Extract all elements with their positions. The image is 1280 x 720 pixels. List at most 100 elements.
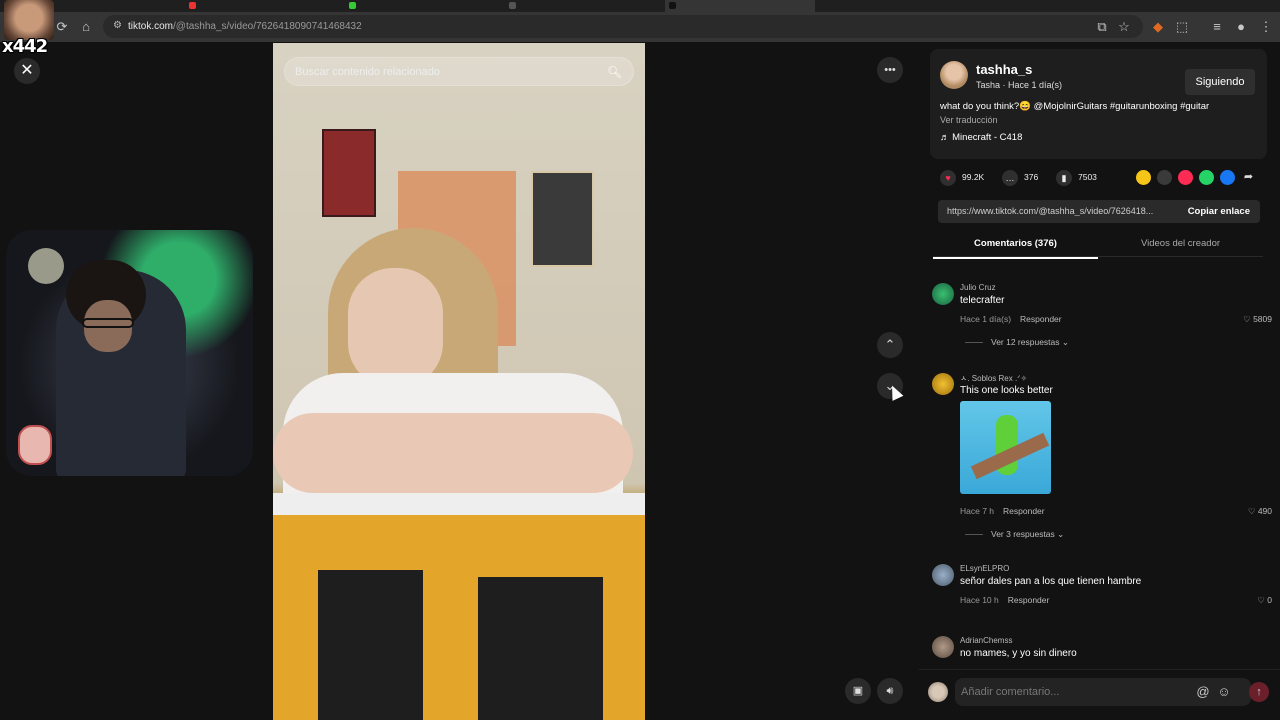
username[interactable]: tashha_s	[976, 62, 1032, 77]
address-bar[interactable]: ⚙ tiktok.com/@tashha_s/video/76264180907…	[103, 15, 1143, 38]
see-translation-link[interactable]: Ver traducción	[940, 115, 998, 125]
webcam-person-glasses	[82, 318, 134, 328]
search-icon[interactable]: 🔍︎	[607, 64, 623, 80]
comment-author[interactable]: AdrianChemss	[960, 636, 1012, 645]
comment-author[interactable]: ELsynELPRO	[960, 564, 1009, 573]
music-link[interactable]: ♬ Minecraft - C418	[940, 132, 1022, 143]
heart-outline-icon: ♡	[1257, 595, 1268, 605]
floating-player-button[interactable]: ▣	[845, 678, 871, 704]
avatar[interactable]	[932, 373, 954, 395]
tab-comments[interactable]: Comentarios (376)	[933, 238, 1098, 259]
microphone-image	[28, 248, 64, 284]
comment-placeholder: Añadir comentario...	[961, 686, 1060, 698]
comment-author[interactable]: ㅅ. Soblos Rex .ᐟ✧	[960, 373, 1027, 384]
heart-outline-icon: ♡	[1247, 506, 1258, 516]
comment-list: Julio Cruz telecrafter Hace 1 día(s) Resp…	[919, 273, 1280, 668]
reload-icon[interactable]: ⟳	[54, 19, 70, 35]
comment-icon: …	[1002, 169, 1018, 186]
video-link[interactable]: https://www.tiktok.com/@tashha_s/video/7…	[947, 206, 1172, 216]
reply-button[interactable]: Responder	[1003, 506, 1045, 516]
home-icon[interactable]: ⌂	[78, 19, 94, 35]
streamer-face-overlay	[4, 0, 54, 40]
streamer-tag: x442	[2, 36, 48, 57]
video-description: what do you think?😄 @MojolnirGuitars #gu…	[940, 101, 1210, 112]
tab-favicon-icon	[349, 2, 356, 9]
avatar	[928, 682, 948, 702]
heart-outline-icon: ♡	[1243, 314, 1254, 324]
browser-tab[interactable]	[505, 0, 655, 12]
user-subtitle: Tasha · Hace 1 día(s)	[976, 80, 1063, 90]
install-icon[interactable]: ⧉	[1094, 19, 1110, 35]
avatar[interactable]	[932, 636, 954, 658]
tab-favicon-icon	[669, 2, 676, 9]
bookmark-icon: ▮	[1056, 169, 1072, 186]
comment-like-button[interactable]: ♡ 5809	[1243, 314, 1272, 325]
wall-poster	[322, 129, 376, 217]
avatar[interactable]	[932, 564, 954, 586]
tab-creator-videos[interactable]: Videos del creador	[1098, 238, 1263, 249]
comment-time: Hace 10 h	[960, 595, 999, 605]
engagement-stats: ♥ 99.2K … 376 ▮ 7503 ➦	[940, 167, 1260, 187]
comment-image[interactable]	[960, 401, 1051, 494]
following-button[interactable]: Siguiendo	[1185, 69, 1255, 95]
webcam-overlay	[6, 230, 253, 476]
comment-text: This one looks better	[960, 385, 1053, 396]
star-icon[interactable]: ☆	[1116, 19, 1132, 35]
extensions-icon[interactable]: ⬚	[1174, 19, 1190, 35]
extension-icon[interactable]: ◆	[1150, 19, 1166, 35]
share-friends-icon[interactable]	[1136, 170, 1151, 185]
mention-icon[interactable]: @	[1195, 684, 1211, 700]
comment-time: Hace 7 h	[960, 506, 995, 516]
browser-tab-strip	[0, 0, 1280, 12]
panel-tabs: Comentarios (376) Videos del creador	[933, 231, 1263, 259]
previous-video-button[interactable]: ⌃	[877, 332, 903, 358]
comment-like-button[interactable]: ♡ 490	[1248, 506, 1272, 517]
heart-icon: ♥	[940, 169, 956, 186]
add-comment-bar: Añadir comentario... @ ☺ ↑	[919, 669, 1280, 720]
view-replies-button[interactable]: Ver 3 respuestas ⌄	[965, 529, 1064, 540]
avatar[interactable]	[940, 61, 968, 89]
browser-tab[interactable]	[345, 0, 495, 12]
profile-icon[interactable]: ●	[1233, 19, 1249, 35]
tab-favicon-icon	[189, 2, 196, 9]
related-search-input[interactable]: Buscar contenido relacionado 🔍︎	[284, 57, 634, 86]
more-options-button[interactable]: •••	[877, 57, 903, 83]
comment-like-button[interactable]: ♡ 0	[1257, 595, 1272, 606]
details-panel: tashha_s Tasha · Hace 1 día(s) Siguiendo…	[919, 43, 1280, 720]
reply-button[interactable]: Responder	[1020, 314, 1062, 324]
comment-author[interactable]: Julio Cruz	[960, 283, 996, 292]
save-button[interactable]: ▮ 7503	[1056, 167, 1097, 187]
box-cutout	[318, 570, 423, 720]
facebook-icon[interactable]	[1220, 170, 1235, 185]
video-person-arms	[273, 413, 633, 493]
like-button[interactable]: ♥ 99.2K	[940, 167, 984, 187]
comment-text: señor dales pan a los que tienen hambre	[960, 576, 1142, 587]
tab-search-icon[interactable]: ≡	[1209, 19, 1225, 35]
menu-icon[interactable]: ⋮	[1258, 19, 1274, 35]
video-link-row: https://www.tiktok.com/@tashha_s/video/7…	[938, 200, 1260, 223]
cartoon-sticker	[18, 425, 52, 465]
copy-link-button[interactable]: Copiar enlace	[1188, 206, 1250, 217]
close-button[interactable]: ✕	[14, 58, 40, 84]
comment-meta: Hace 1 día(s) Responder	[960, 314, 1062, 324]
browser-tab-active[interactable]	[665, 0, 815, 12]
comment-meta: Hace 7 h Responder	[960, 506, 1045, 516]
video-player[interactable]: Buscar contenido relacionado 🔍︎	[273, 43, 645, 720]
comment-input[interactable]: Añadir comentario... @ ☺	[955, 678, 1251, 706]
url-text: tiktok.com/@tashha_s/video/7626418090741…	[128, 21, 362, 32]
volume-button[interactable]: 🔊︎	[877, 678, 903, 704]
embed-icon[interactable]	[1157, 170, 1172, 185]
avatar[interactable]	[932, 283, 954, 305]
screen: ⟳ ⌂ ⚙ tiktok.com/@tashha_s/video/7626418…	[0, 0, 1280, 720]
emoji-icon[interactable]: ☺	[1216, 684, 1232, 700]
comment-text: telecrafter	[960, 295, 1005, 306]
send-comment-button[interactable]: ↑	[1249, 682, 1269, 702]
reply-button[interactable]: Responder	[1008, 595, 1050, 605]
site-info-icon[interactable]: ⚙	[113, 20, 125, 32]
share-arrow-icon[interactable]: ➦	[1241, 170, 1256, 185]
send-icon[interactable]	[1178, 170, 1193, 185]
view-replies-button[interactable]: Ver 12 respuestas ⌄	[965, 337, 1069, 348]
comment-button[interactable]: … 376	[1002, 167, 1038, 187]
whatsapp-icon[interactable]	[1199, 170, 1214, 185]
browser-tab[interactable]	[185, 0, 335, 12]
